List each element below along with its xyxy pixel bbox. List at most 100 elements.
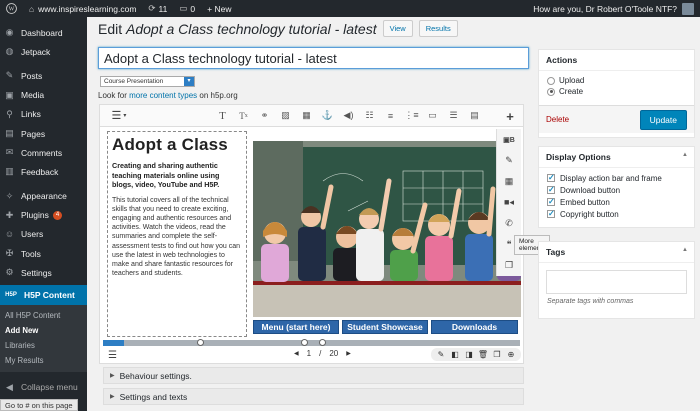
checkbox-checked[interactable]: ✓ bbox=[547, 210, 555, 218]
option-download-button[interactable]: ✓ Download button bbox=[539, 184, 694, 196]
checkbox-checked[interactable]: ✓ bbox=[547, 186, 555, 194]
create-radio-row[interactable]: Create bbox=[539, 86, 694, 97]
sidebar-item-posts[interactable]: ✎ Posts bbox=[0, 66, 87, 85]
sidebar-item-media[interactable]: ▣ Media bbox=[0, 86, 87, 105]
slide-pager: ◀ 1 / 20 ▶ bbox=[294, 349, 351, 358]
previous-slide-icon[interactable]: ◀ bbox=[294, 350, 299, 357]
editor-toolbar: ☰ ▾ T Tx ⚭ ▨ ▦ ⚓ ◀) ☷ ≡ ⋮≡ ▭ ☰ ▤ + bbox=[100, 105, 523, 127]
list-tool-icon[interactable]: ≡ bbox=[380, 105, 401, 127]
progress-marker[interactable] bbox=[301, 339, 308, 346]
classroom-photo[interactable] bbox=[253, 141, 521, 317]
sidebar-item-appearance[interactable]: ✧ Appearance bbox=[0, 187, 87, 206]
content-type-select[interactable]: Course Presentation ▾ bbox=[100, 76, 195, 87]
sidebar-item-h5p-content[interactable]: H5P H5P Content bbox=[0, 285, 87, 305]
page-title: Edit Adopt a Class technology tutorial -… bbox=[98, 20, 458, 37]
slide-tools: ✎ ◧ ◨ 🗑 ❐ ⊕ bbox=[431, 348, 521, 361]
collapse-menu-button[interactable]: ◀ Collapse menu bbox=[0, 378, 87, 397]
student-showcase-button[interactable]: Student Showcase bbox=[342, 320, 428, 334]
media-icon: ▣ bbox=[5, 89, 14, 100]
menu-start-here-button[interactable]: Menu (start here) bbox=[253, 320, 339, 334]
sidebar-item-jetpack[interactable]: ◍ Jetpack bbox=[0, 42, 87, 61]
wordpress-logo-icon[interactable]: W bbox=[0, 0, 23, 17]
progress-marker[interactable] bbox=[319, 339, 326, 346]
submenu-libraries[interactable]: Libraries bbox=[0, 338, 87, 353]
new-content-link[interactable]: + New bbox=[201, 0, 237, 17]
behaviour-settings-accordion[interactable]: ▶ Behaviour settings. bbox=[103, 367, 524, 384]
option-copyright-button[interactable]: ✓ Copyright button bbox=[539, 208, 694, 220]
checkbox-checked[interactable]: ✓ bbox=[547, 198, 555, 206]
menu-icon[interactable]: ☰ bbox=[108, 350, 117, 361]
slide-text-block[interactable]: Adopt a Class Creating and sharing authe… bbox=[107, 131, 247, 337]
anchor-tool-icon[interactable]: ⚓ bbox=[317, 105, 338, 127]
collapse-arrow-icon[interactable]: ▲ bbox=[682, 247, 688, 253]
pencil-icon[interactable]: ✎ bbox=[497, 150, 521, 171]
twitter-icon[interactable]: ✆ bbox=[497, 213, 521, 234]
more-content-types-link[interactable]: more content types bbox=[129, 91, 197, 100]
my-account-link[interactable]: How are you, Dr Robert O'Toole NTF? bbox=[527, 0, 700, 17]
sidebar-item-dashboard[interactable]: ◉ Dashboard bbox=[0, 23, 87, 42]
video-tool-icon[interactable]: ▦ bbox=[296, 105, 317, 127]
display-options-title: Display Options ▲ bbox=[539, 147, 694, 168]
results-button[interactable]: Results bbox=[418, 20, 458, 37]
delete-link[interactable]: Delete bbox=[546, 115, 569, 124]
move-left-icon[interactable]: ◧ bbox=[448, 348, 462, 361]
progress-marker[interactable] bbox=[197, 339, 204, 346]
checkbox-checked[interactable]: ✓ bbox=[547, 174, 555, 182]
text-tool-icon[interactable]: T bbox=[212, 105, 233, 127]
edit-slide-icon[interactable]: ✎ bbox=[434, 348, 448, 361]
copy-icon[interactable]: ❐ bbox=[497, 255, 521, 276]
sidebar-item-pages[interactable]: ▤ Pages bbox=[0, 124, 87, 143]
collapse-arrow-icon[interactable]: ▲ bbox=[682, 152, 688, 158]
course-presentation-editor: ☰ ▾ T Tx ⚭ ▨ ▦ ⚓ ◀) ☷ ≡ ⋮≡ ▭ ☰ ▤ + Adopt … bbox=[99, 104, 551, 364]
delete-slide-icon[interactable]: 🗑 bbox=[476, 348, 490, 361]
site-name-link[interactable]: ⌂ www.inspireslearning.com bbox=[23, 0, 142, 17]
tags-input[interactable] bbox=[546, 270, 687, 294]
plugin-update-badge: 4 bbox=[52, 210, 63, 220]
sidebar-item-feedback[interactable]: ▥ Feedback bbox=[0, 162, 87, 181]
image-tool-icon[interactable]: ▨ bbox=[275, 105, 296, 127]
sidebar-item-plugins[interactable]: ✚ Plugins 4 bbox=[0, 206, 87, 225]
question-set-tool-icon[interactable]: ☷ bbox=[359, 105, 380, 127]
interactive-element-icon[interactable]: ▣B bbox=[497, 129, 521, 150]
move-right-icon[interactable]: ◨ bbox=[462, 348, 476, 361]
settings-texts-accordion[interactable]: ▶ Settings and texts bbox=[103, 388, 524, 405]
slide-progress-bar[interactable] bbox=[103, 339, 520, 346]
table-tool-icon[interactable]: ▤ bbox=[464, 105, 485, 127]
table-icon[interactable]: ▦ bbox=[497, 171, 521, 192]
sidebar-item-users[interactable]: ☺ Users bbox=[0, 225, 87, 244]
video-camera-icon[interactable]: ■◂ bbox=[497, 192, 521, 213]
more-elements-plus-icon[interactable]: + bbox=[501, 107, 519, 125]
sidebar-item-settings[interactable]: ⚙ Settings bbox=[0, 263, 87, 282]
clone-slide-icon[interactable]: ❐ bbox=[490, 348, 504, 361]
upload-radio[interactable] bbox=[547, 76, 555, 85]
sidebar-item-tools[interactable]: ✠ Tools bbox=[0, 244, 87, 263]
option-action-bar[interactable]: ✓ Display action bar and frame bbox=[539, 172, 694, 184]
submenu-all-h5p-content[interactable]: All H5P Content bbox=[0, 308, 87, 323]
link-tool-icon[interactable]: ⚭ bbox=[254, 105, 275, 127]
downloads-button[interactable]: Downloads bbox=[431, 320, 518, 334]
dialog-tool-icon[interactable]: ▭ bbox=[422, 105, 443, 127]
updates-link[interactable]: ⟳ 11 bbox=[142, 0, 173, 17]
submenu-add-new[interactable]: Add New bbox=[0, 323, 87, 338]
sidebar-item-comments[interactable]: ✉ Comments bbox=[0, 143, 87, 162]
summary-tool-icon[interactable]: ☰ bbox=[443, 105, 464, 127]
next-slide-icon[interactable]: ▶ bbox=[346, 350, 351, 357]
slide-menu-button[interactable]: ☰ ▾ bbox=[106, 108, 132, 124]
upload-radio-row[interactable]: Upload bbox=[539, 75, 694, 86]
add-slide-icon[interactable]: ⊕ bbox=[504, 348, 518, 361]
create-radio[interactable] bbox=[547, 87, 555, 96]
slide-canvas[interactable]: Adopt a Class Creating and sharing authe… bbox=[103, 129, 521, 339]
h5p-icon: H5P bbox=[5, 292, 17, 299]
view-button[interactable]: View bbox=[382, 20, 413, 37]
update-button[interactable]: Update bbox=[639, 109, 687, 130]
audio-tool-icon[interactable]: ◀) bbox=[338, 105, 359, 127]
numbered-list-tool-icon[interactable]: ⋮≡ bbox=[401, 105, 422, 127]
title-input[interactable]: Adopt a Class technology tutorial - late… bbox=[98, 47, 529, 69]
actions-title: Actions bbox=[539, 50, 694, 71]
comments-icon: ✉ bbox=[5, 147, 14, 158]
advanced-text-tool-icon[interactable]: Tx bbox=[233, 105, 254, 127]
submenu-my-results[interactable]: My Results bbox=[0, 353, 87, 368]
option-embed-button[interactable]: ✓ Embed button bbox=[539, 196, 694, 208]
comments-link[interactable]: ▭ 0 bbox=[173, 0, 201, 17]
sidebar-item-links[interactable]: ⚲ Links bbox=[0, 105, 87, 124]
